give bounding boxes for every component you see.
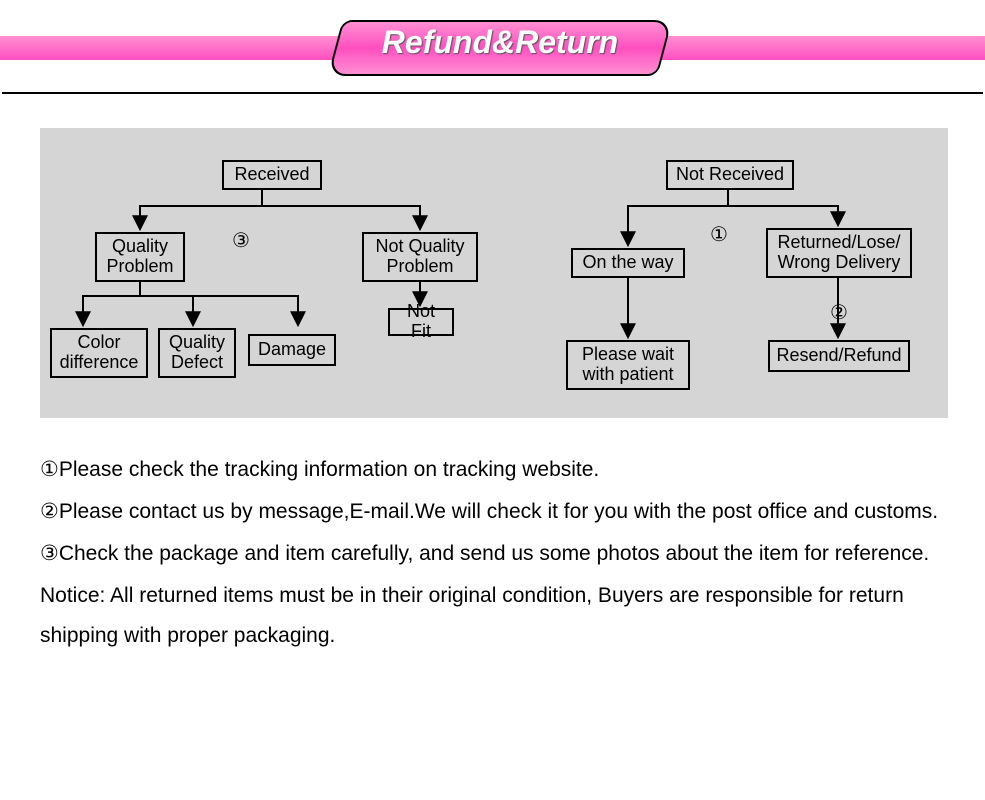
instruction-1: ①Please check the tracking information o…	[40, 450, 948, 490]
node-quality-problem: Quality Problem	[95, 232, 185, 282]
node-returned-lose: Returned/Lose/ Wrong Delivery	[766, 228, 912, 278]
node-resend-refund: Resend/Refund	[768, 340, 910, 372]
divider	[2, 92, 983, 94]
node-on-the-way: On the way	[571, 248, 685, 278]
node-not-received: Not Received	[666, 160, 794, 190]
instruction-2: ②Please contact us by message,E-mail.We …	[40, 492, 948, 532]
node-damage: Damage	[248, 334, 336, 366]
title-badge	[327, 20, 672, 76]
instruction-3: ③Check the package and item carefully, a…	[40, 534, 948, 574]
node-not-quality-problem: Not Quality Problem	[362, 232, 478, 282]
instruction-notice: Notice: All returned items must be in th…	[40, 576, 948, 656]
instructions: ①Please check the tracking information o…	[40, 450, 948, 657]
node-please-wait: Please wait with patient	[566, 340, 690, 390]
node-not-fit: Not Fit	[388, 308, 454, 336]
marker-3: ③	[228, 228, 254, 254]
marker-1: ①	[706, 222, 732, 248]
node-quality-defect: Quality Defect	[158, 328, 236, 378]
node-received: Received	[222, 160, 322, 190]
marker-2: ②	[826, 300, 852, 326]
node-color-difference: Color difference	[50, 328, 148, 378]
